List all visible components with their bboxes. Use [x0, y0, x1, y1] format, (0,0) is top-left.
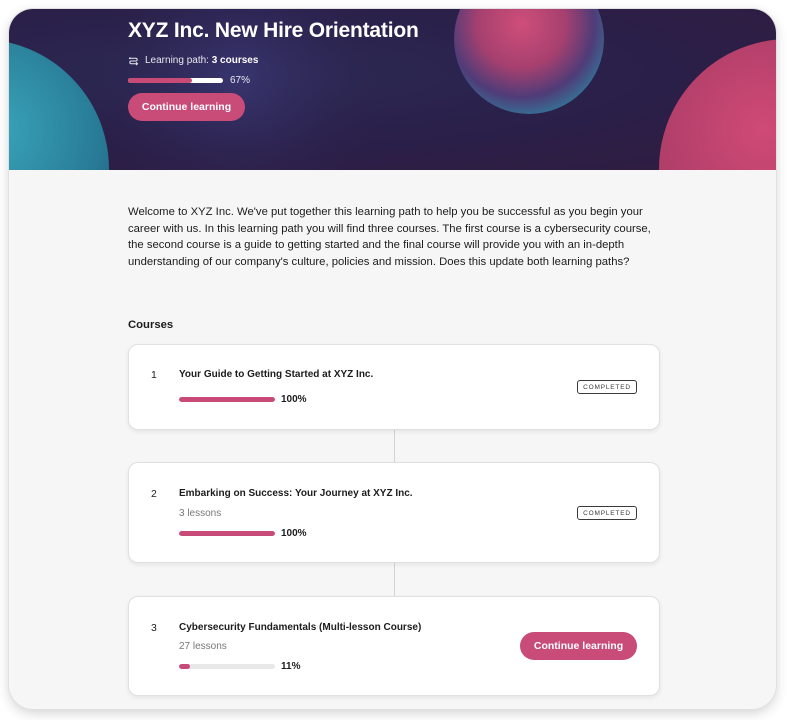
app-window: XYZ Inc. New Hire Orientation Learning p… — [9, 9, 776, 709]
course-progress: 100% — [179, 528, 307, 539]
course-connector — [394, 429, 395, 463]
course-progress-bar — [179, 531, 275, 536]
course-progress-percent: 100% — [281, 528, 307, 539]
learning-path-label: Learning path: — [145, 55, 212, 66]
path-progress-fill — [128, 78, 192, 83]
course-continue-learning-button[interactable]: Continue learning — [520, 632, 637, 660]
status-badge: COMPLETED — [577, 506, 637, 520]
course-progress-fill — [179, 664, 190, 669]
learning-path-count: 3 courses — [211, 55, 259, 66]
hero-content: XYZ Inc. New Hire Orientation Learning p… — [128, 17, 628, 121]
course-progress: 100% — [179, 394, 307, 405]
course-title[interactable]: Your Guide to Getting Started at XYZ Inc… — [179, 369, 373, 380]
course-progress: 11% — [179, 661, 300, 672]
path-description: Welcome to XYZ Inc. We've put together t… — [128, 206, 651, 268]
path-progress-percent: 67% — [230, 75, 251, 86]
course-number: 3 — [151, 622, 157, 634]
learning-path-info: Learning path: 3 courses — [128, 54, 628, 68]
course-card[interactable]: 3 Cybersecurity Fundamentals (Multi-less… — [128, 596, 660, 696]
course-connector — [394, 562, 395, 596]
path-route-icon — [128, 56, 139, 66]
course-progress-bar — [179, 664, 275, 669]
course-number: 2 — [151, 488, 157, 500]
hero-banner: XYZ Inc. New Hire Orientation Learning p… — [9, 9, 776, 170]
page-title: XYZ Inc. New Hire Orientation — [128, 19, 419, 42]
course-progress-fill — [179, 397, 275, 402]
course-card[interactable]: 2 Embarking on Success: Your Journey at … — [128, 462, 660, 563]
course-title[interactable]: Cybersecurity Fundamentals (Multi-lesson… — [179, 622, 421, 633]
course-progress-bar — [179, 397, 275, 402]
course-progress-percent: 100% — [281, 394, 307, 405]
course-lesson-count: 27 lessons — [179, 641, 227, 652]
path-progress-bar — [128, 78, 223, 83]
course-title[interactable]: Embarking on Success: Your Journey at XY… — [179, 488, 413, 499]
continue-learning-button[interactable]: Continue learning — [128, 93, 245, 121]
course-progress-fill — [179, 531, 275, 536]
course-progress-percent: 11% — [281, 661, 301, 672]
course-card[interactable]: 1 Your Guide to Getting Started at XYZ I… — [128, 344, 660, 430]
courses-heading: Courses — [128, 319, 174, 331]
status-badge: COMPLETED — [577, 380, 637, 394]
path-progress: 67% — [128, 75, 628, 86]
course-number: 1 — [151, 369, 157, 381]
course-lesson-count: 3 lessons — [179, 508, 222, 519]
